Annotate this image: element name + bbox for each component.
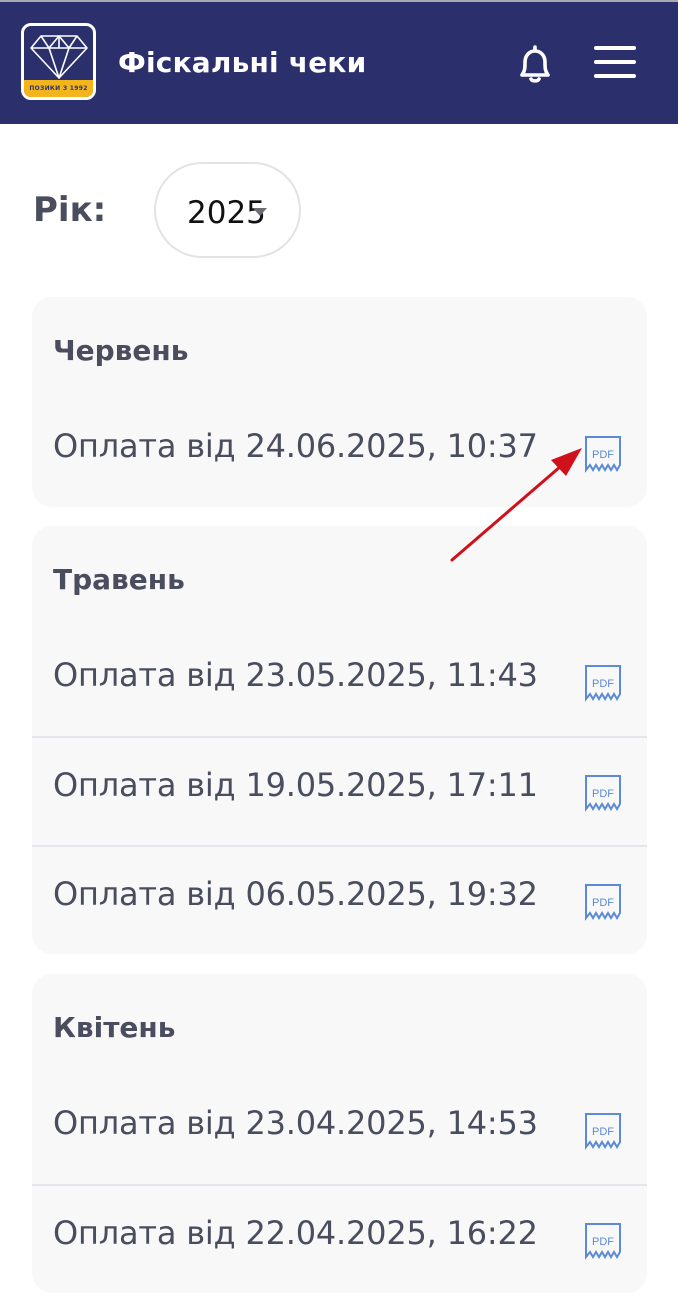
receipt-row[interactable]: Оплата від 19.05.2025, 17:11 PDF	[32, 736, 647, 846]
receipt-row[interactable]: Оплата від 06.05.2025, 19:32 PDF	[32, 845, 647, 955]
app-header: ПОЗИКИ З 1992 Фіскальні чеки	[0, 0, 678, 124]
svg-text:PDF: PDF	[592, 788, 614, 800]
receipt-label: Оплата від 19.05.2025, 17:11	[53, 766, 538, 804]
pdf-icon[interactable]: PDF	[584, 883, 622, 921]
annotation-arrow-icon	[450, 448, 582, 562]
receipt-row[interactable]: Оплата від 23.04.2025, 14:53 PDF	[32, 1074, 647, 1184]
logo-tagline: ПОЗИКИ З 1992	[24, 80, 93, 97]
month-card-april: Квітень Оплата від 23.04.2025, 14:53 PDF…	[32, 974, 647, 1293]
page-title: Фіскальні чеки	[118, 46, 367, 79]
svg-text:PDF: PDF	[592, 678, 614, 690]
hamburger-menu-icon[interactable]	[594, 46, 636, 80]
pdf-icon[interactable]: PDF	[584, 1222, 622, 1260]
diamond-icon	[30, 35, 88, 79]
receipt-label: Оплата від 06.05.2025, 19:32	[53, 875, 538, 913]
month-card-may: Травень Оплата від 23.05.2025, 11:43 PDF…	[32, 526, 647, 954]
month-title: Травень	[53, 563, 185, 596]
company-logo[interactable]: ПОЗИКИ З 1992	[21, 23, 96, 100]
month-title: Квітень	[53, 1011, 176, 1044]
pdf-icon[interactable]: PDF	[584, 774, 622, 812]
caret-down-icon	[253, 208, 267, 216]
receipt-label: Оплата від 23.04.2025, 14:53	[53, 1104, 538, 1142]
svg-text:PDF: PDF	[592, 1236, 614, 1248]
receipt-label: Оплата від 22.04.2025, 16:22	[53, 1214, 538, 1252]
year-select[interactable]: 2025	[154, 162, 301, 258]
receipt-row[interactable]: Оплата від 23.05.2025, 11:43 PDF	[32, 626, 647, 736]
svg-text:PDF: PDF	[592, 897, 614, 909]
receipt-row[interactable]: Оплата від 22.04.2025, 16:22 PDF	[32, 1184, 647, 1294]
year-label: Рік:	[33, 190, 107, 230]
svg-text:PDF: PDF	[592, 1126, 614, 1138]
month-title: Червень	[53, 334, 189, 367]
pdf-icon[interactable]: PDF	[584, 664, 622, 702]
svg-text:PDF: PDF	[592, 449, 614, 461]
receipt-label: Оплата від 23.05.2025, 11:43	[53, 656, 538, 694]
pdf-icon[interactable]: PDF	[584, 1112, 622, 1150]
bell-icon[interactable]	[514, 43, 556, 85]
